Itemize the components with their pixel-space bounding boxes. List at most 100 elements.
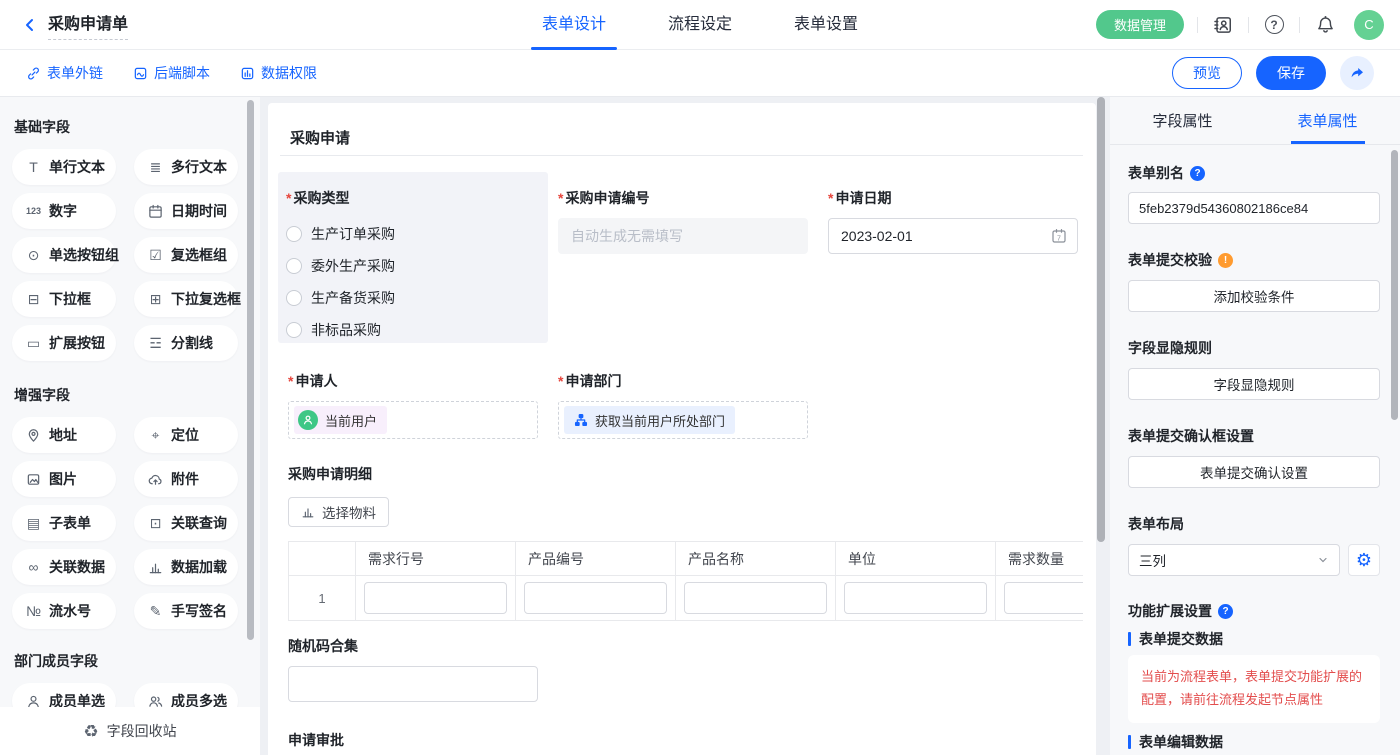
applicant-tag[interactable]: 当前用户: [294, 406, 387, 434]
add-validation-button[interactable]: 添加校验条件: [1128, 280, 1380, 312]
palette-item-image[interactable]: 图片: [12, 461, 116, 497]
palette-item-label: 复选框组: [171, 245, 227, 265]
palette-item-label: 多行文本: [171, 157, 227, 177]
user-avatar[interactable]: C: [1354, 10, 1384, 40]
field-detail-subform[interactable]: 采购申请明细 选择物料 需求行号产品编号产品名称单位需求数量 1: [278, 448, 1083, 621]
preview-button[interactable]: 预览: [1172, 57, 1242, 89]
palette-item-datetime[interactable]: 日期时间: [134, 193, 238, 229]
radio-group-icon: ⊙: [25, 248, 42, 262]
palette-item-subform[interactable]: ▤子表单: [12, 505, 116, 541]
page-title[interactable]: 采购申请单: [48, 10, 128, 40]
field-approval-section[interactable]: 申请审批: [278, 714, 1083, 755]
table-cell-input[interactable]: [1004, 582, 1083, 614]
address-book-icon[interactable]: [1211, 13, 1235, 37]
palette-item-divider[interactable]: ☲分割线: [134, 325, 238, 361]
radio-button[interactable]: [286, 290, 302, 306]
table-cell-input[interactable]: [524, 582, 667, 614]
question-badge-icon[interactable]: ?: [1190, 166, 1205, 181]
request-date-input[interactable]: 2023-02-01 7: [828, 218, 1078, 254]
detail-cell: [676, 576, 836, 621]
palette-item-multi-select[interactable]: ⊞下拉复选框: [134, 281, 238, 317]
toolbar-link-data-permission[interactable]: 数据权限: [240, 63, 317, 83]
visibility-label: 字段显隐规则: [1128, 338, 1382, 358]
table-cell-input[interactable]: [684, 582, 827, 614]
palette-item-signature[interactable]: ✎ 手写签名: [134, 593, 238, 629]
palette-item-label: 手写签名: [171, 601, 227, 621]
request-no-input[interactable]: [558, 218, 808, 254]
tab-form-props[interactable]: 表单属性: [1255, 97, 1400, 144]
toolbar-link-backend-script[interactable]: 后端脚本: [133, 63, 210, 83]
data-permission-icon: [240, 66, 255, 81]
warning-badge-icon[interactable]: !: [1218, 253, 1233, 268]
palette-item-data-load[interactable]: 数据加载: [134, 549, 238, 585]
share-arrow-icon: [1349, 65, 1365, 81]
checkbox-group-icon: ☑: [147, 248, 164, 262]
layout-select[interactable]: 三列: [1128, 544, 1340, 576]
palette-item-checkbox-group[interactable]: ☑ 复选框组: [134, 237, 238, 273]
field-purchase-type[interactable]: 采购类型 生产订单采购委外生产采购生产备货采购非标品采购: [278, 172, 548, 343]
tab-form-design[interactable]: 表单设计: [542, 0, 606, 50]
data-load-icon: [147, 560, 164, 575]
field-random-code[interactable]: 随机码合集: [278, 620, 548, 702]
palette-item-address[interactable]: 地址: [12, 417, 116, 453]
notification-bell-icon[interactable]: [1313, 13, 1337, 37]
radio-button[interactable]: [286, 258, 302, 274]
palette-item-serial-number[interactable]: №流水号: [12, 593, 116, 629]
applicant-value-box[interactable]: 当前用户: [288, 401, 538, 439]
visibility-rule-button[interactable]: 字段显隐规则: [1128, 368, 1380, 400]
random-code-input[interactable]: [288, 666, 538, 702]
signature-icon: ✎: [147, 604, 164, 618]
help-icon[interactable]: ?: [1262, 13, 1286, 37]
field-applicant[interactable]: 申请人 当前用户: [278, 355, 548, 439]
palette-item-location[interactable]: ⌖定位: [134, 417, 238, 453]
submit-confirm-button[interactable]: 表单提交确认设置: [1128, 456, 1380, 488]
palette-item-extend-button[interactable]: ▭扩展按钮: [12, 325, 116, 361]
alias-input[interactable]: [1128, 192, 1380, 224]
select-material-button[interactable]: 选择物料: [288, 497, 389, 527]
radio-button[interactable]: [286, 322, 302, 338]
field-request-date[interactable]: 申请日期 2023-02-01 7: [818, 172, 1088, 254]
question-badge-icon[interactable]: ?: [1218, 604, 1233, 619]
tab-flow-setting[interactable]: 流程设定: [668, 0, 732, 50]
field-recycle-bin[interactable]: ♻ 字段回收站: [0, 707, 260, 755]
palette-item-number[interactable]: 123数字: [12, 193, 116, 229]
bar-chart-icon: [301, 505, 315, 519]
palette-group: 基础字段 T单行文本 ≣多行文本 123数字日期时间 ⊙单选按钮组 ☑ 复选框组 ⊟下拉框 ⊞下…: [0, 117, 260, 361]
save-button[interactable]: 保存: [1256, 56, 1326, 90]
tab-field-props[interactable]: 字段属性: [1110, 97, 1255, 144]
layout-settings-button[interactable]: ⚙: [1348, 544, 1380, 576]
detail-cell: [836, 576, 996, 621]
palette-item-linked-query[interactable]: ⊡关联查询: [134, 505, 238, 541]
palette-group-title: 增强字段: [14, 385, 260, 405]
palette-item-text[interactable]: T单行文本: [12, 149, 116, 185]
palette-item-multiline-text[interactable]: ≣多行文本: [134, 149, 238, 185]
divider: [1299, 17, 1300, 33]
table-cell-input[interactable]: [364, 582, 507, 614]
toolbar-link-form-external-link[interactable]: 表单外链: [26, 63, 103, 83]
field-department[interactable]: 申请部门 获取当前用户所处部门: [548, 355, 818, 439]
tab-form-setting[interactable]: 表单设置: [794, 0, 858, 50]
palette-group-title: 部门成员字段: [14, 651, 260, 671]
palette-group-title: 基础字段: [14, 117, 260, 137]
palette-item-radio-group[interactable]: ⊙单选按钮组: [12, 237, 116, 273]
detail-col-header: 单位: [836, 542, 996, 576]
toolbar-link-label: 数据权限: [261, 63, 317, 83]
radio-button[interactable]: [286, 226, 302, 242]
back-button[interactable]: [16, 11, 44, 39]
image-icon: [25, 472, 42, 487]
department-value-box[interactable]: 获取当前用户所处部门: [558, 401, 808, 439]
palette-item-attachment[interactable]: 附件: [134, 461, 238, 497]
canvas-scrollbar[interactable]: [1097, 97, 1105, 542]
sidebar-scrollbar[interactable]: [247, 100, 254, 640]
department-tag[interactable]: 获取当前用户所处部门: [564, 406, 735, 434]
field-request-no[interactable]: 采购申请编号: [548, 172, 818, 254]
table-cell-input[interactable]: [844, 582, 987, 614]
panel-scrollbar[interactable]: [1391, 150, 1398, 420]
palette-item-label: 下拉框: [49, 289, 91, 309]
palette-item-select[interactable]: ⊟下拉框: [12, 281, 116, 317]
palette-item-linked-data[interactable]: ∞关联数据: [12, 549, 116, 585]
data-manage-button[interactable]: 数据管理: [1096, 10, 1184, 39]
share-button[interactable]: [1340, 56, 1374, 90]
chevron-down-icon: [1317, 554, 1329, 566]
palette-item-label: 关联数据: [49, 557, 105, 577]
